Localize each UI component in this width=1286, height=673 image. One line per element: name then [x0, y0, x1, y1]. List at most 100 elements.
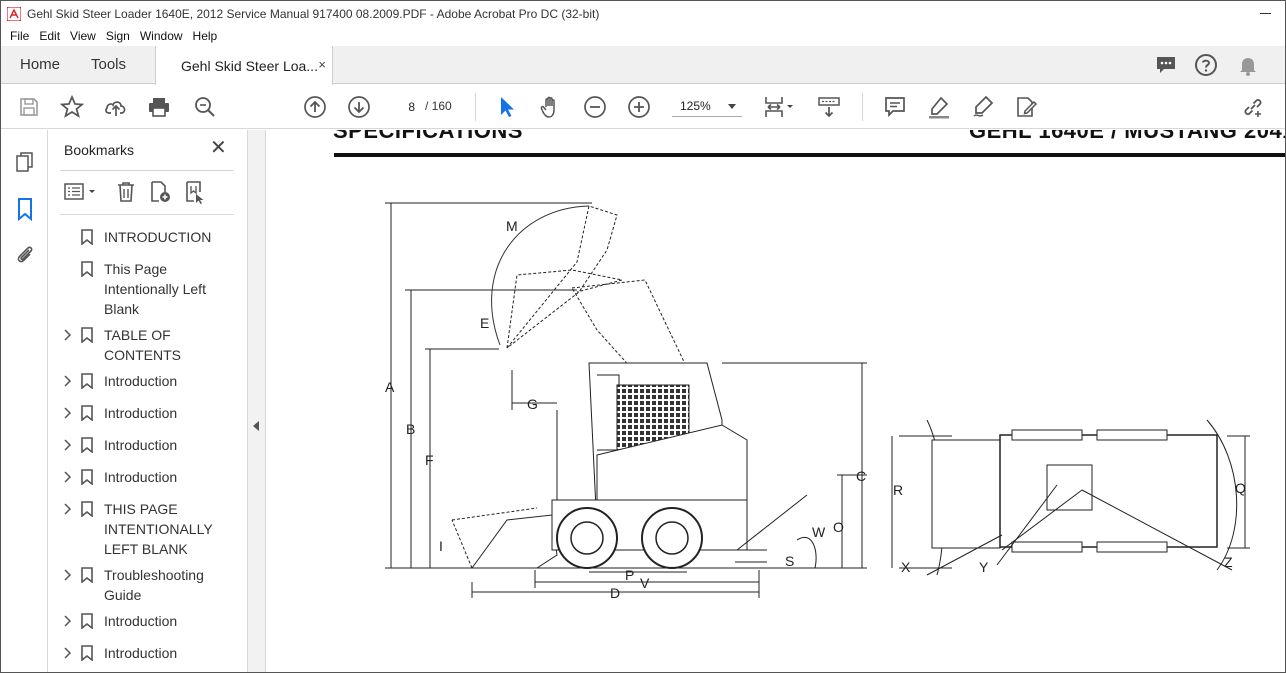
bookmark-label: Introduction [104, 469, 178, 485]
dimension-label-x: X [901, 559, 911, 575]
bookmark-label: Troubleshooting Guide [104, 567, 204, 603]
bookmark-label: TABLE OF CONTENTS [104, 327, 181, 363]
skid-steer-dimension-drawing: M A B E F G C I P V D W O S R Q X Y Z [385, 202, 1250, 601]
menu-edit[interactable]: Edit [34, 29, 65, 43]
next-page-icon[interactable] [347, 95, 371, 119]
dimension-label-g: G [527, 396, 538, 412]
tab-bar: Home Tools Gehl Skid Steer Loa... × [1, 46, 1285, 85]
chevron-right-icon[interactable] [62, 328, 72, 341]
dimension-label-b: B [406, 421, 415, 437]
tab-tools[interactable]: Tools [91, 46, 126, 84]
dimension-label-c: C [856, 468, 866, 484]
chevron-down-icon [728, 104, 736, 109]
zoom-in-icon[interactable] [627, 95, 651, 119]
panel-collapse-handle[interactable] [248, 130, 266, 672]
dimension-label-e: E [480, 315, 489, 331]
acrobat-logo-icon [6, 6, 22, 22]
close-panel-icon[interactable]: ✕ [210, 138, 227, 158]
bookmark-label: Introduction [104, 645, 178, 661]
bookmark-label: This Page Intentionally Left Blank [104, 261, 206, 317]
bookmark-icon [81, 405, 93, 422]
dimension-label-p: P [625, 567, 634, 583]
bookmarks-panel: Bookmarks ✕ INTRODUCTION This Page Inten… [48, 130, 248, 672]
select-cursor-icon[interactable] [495, 95, 519, 119]
dimension-label-s: S [785, 553, 794, 569]
dimension-label-f: F [425, 452, 434, 468]
chevron-right-icon[interactable] [62, 646, 72, 659]
toolbar: 8 / 160 125% [1, 85, 1285, 129]
save-icon[interactable] [17, 95, 41, 119]
bookmark-label: Introduction [104, 405, 178, 421]
menu-bar: File Edit View Sign Window Help [1, 26, 1285, 46]
dimension-label-v: V [640, 575, 650, 591]
dimension-label-y: Y [979, 559, 989, 575]
zoom-search-icon[interactable] [193, 95, 217, 119]
add-comment-icon[interactable] [883, 95, 907, 119]
tab-home[interactable]: Home [20, 46, 60, 84]
bookmark-icon [81, 469, 93, 486]
star-icon[interactable] [60, 95, 84, 119]
zoom-out-icon[interactable] [583, 95, 607, 119]
dimension-label-o: O [833, 519, 844, 535]
attachment-paperclip-icon[interactable] [13, 243, 37, 267]
dimension-label-w: W [812, 524, 826, 540]
window-title: Gehl Skid Steer Loader 1640E, 2012 Servi… [27, 6, 600, 21]
tab-document[interactable]: Gehl Skid Steer Loa... × [155, 46, 333, 85]
minimize-window-icon[interactable] [1260, 13, 1271, 14]
delete-bookmark-icon[interactable] [114, 180, 138, 204]
comment-bubble-icon[interactable] [1154, 53, 1178, 77]
page-thumbnails-icon[interactable] [13, 150, 37, 174]
dimension-label-m: M [506, 218, 518, 234]
menu-window[interactable]: Window [135, 29, 188, 43]
bookmark-icon [81, 613, 93, 630]
chevron-right-icon[interactable] [62, 502, 72, 515]
zoom-level-value: 125% [680, 99, 711, 113]
dimension-label-i: I [439, 538, 443, 554]
tab-document-label: Gehl Skid Steer Loa... [181, 57, 318, 74]
menu-help[interactable]: Help [188, 29, 223, 43]
bookmark-icon [81, 437, 93, 454]
print-icon[interactable] [147, 95, 171, 119]
share-link-icon[interactable] [1241, 95, 1265, 119]
dimension-label-r: R [893, 482, 903, 498]
bookmark-panel-icon[interactable] [13, 197, 37, 222]
highlight-pen-icon[interactable] [927, 95, 951, 119]
chevron-right-icon[interactable] [62, 438, 72, 451]
close-tab-icon[interactable]: × [318, 57, 326, 72]
menu-sign[interactable]: Sign [101, 29, 135, 43]
chevron-right-icon[interactable] [62, 406, 72, 419]
chevron-right-icon[interactable] [62, 374, 72, 387]
previous-page-icon[interactable] [303, 95, 327, 119]
bookmark-label: INTRODUCTION [104, 229, 212, 245]
collapse-arrow-icon [253, 421, 259, 431]
notification-bell-icon[interactable] [1236, 53, 1260, 77]
bookmark-icon [81, 645, 93, 662]
bookmark-icon [81, 327, 93, 344]
chevron-right-icon[interactable] [62, 470, 72, 483]
bookmark-icon [81, 229, 93, 246]
draw-pen-icon[interactable] [971, 95, 995, 119]
expand-bookmark-icon[interactable] [183, 180, 207, 204]
bookmark-icon [81, 261, 93, 278]
menu-view[interactable]: View [65, 29, 101, 43]
new-bookmark-icon[interactable] [148, 180, 172, 204]
chevron-right-icon[interactable] [62, 568, 72, 581]
bookmark-options-icon[interactable] [63, 180, 101, 204]
page-display-icon[interactable] [763, 95, 797, 119]
page-number-input[interactable]: 8 [391, 95, 419, 117]
menu-file[interactable]: File [5, 29, 34, 43]
bookmark-icon [81, 567, 93, 584]
help-icon[interactable] [1194, 53, 1218, 77]
panel-divider [60, 170, 234, 171]
hand-tool-icon[interactable] [539, 95, 563, 119]
bookmark-label: Introduction [104, 373, 178, 389]
scroll-mode-icon[interactable] [817, 95, 841, 119]
chevron-right-icon[interactable] [62, 614, 72, 627]
bookmark-label: Introduction [104, 613, 178, 629]
panel-divider [60, 214, 234, 215]
document-view[interactable]: SPECIFICATIONS GEHL 1640E / MUSTANG 2041 [267, 130, 1285, 672]
upload-cloud-icon[interactable] [104, 95, 128, 119]
fill-sign-icon[interactable] [1014, 95, 1038, 119]
zoom-level-select[interactable]: 125% [672, 95, 742, 117]
bookmark-label: Introduction [104, 437, 178, 453]
